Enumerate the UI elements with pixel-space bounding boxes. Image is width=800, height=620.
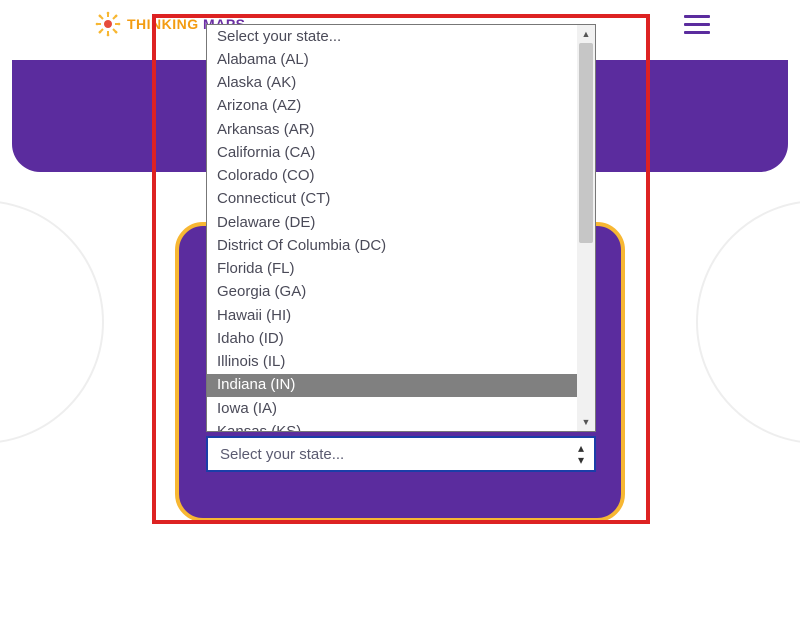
state-select-value: Select your state...: [220, 446, 344, 463]
state-select[interactable]: Select your state... ▴▾: [206, 436, 596, 472]
dropdown-option[interactable]: Arkansas (AR): [207, 118, 577, 141]
dropdown-option[interactable]: Connecticut (CT): [207, 188, 577, 211]
dropdown-option[interactable]: Georgia (GA): [207, 281, 577, 304]
dropdown-option[interactable]: Indiana (IN): [207, 374, 577, 397]
dropdown-option[interactable]: Alaska (AK): [207, 72, 577, 95]
dropdown-option[interactable]: California (CA): [207, 141, 577, 164]
dropdown-option[interactable]: Kansas (KS): [207, 420, 577, 431]
scroll-down-icon[interactable]: ▼: [577, 413, 595, 431]
state-dropdown-list[interactable]: Select your state...Alabama (AL)Alaska (…: [207, 25, 577, 431]
logo-text-thinking: THINKING: [127, 16, 199, 32]
dropdown-option[interactable]: Idaho (ID): [207, 327, 577, 350]
state-dropdown[interactable]: Select your state...Alabama (AL)Alaska (…: [206, 24, 596, 432]
dropdown-option[interactable]: Hawaii (HI): [207, 304, 577, 327]
dropdown-option[interactable]: Alabama (AL): [207, 48, 577, 71]
dropdown-option[interactable]: District Of Columbia (DC): [207, 234, 577, 257]
dropdown-option[interactable]: Colorado (CO): [207, 165, 577, 188]
updown-icon: ▴▾: [578, 442, 584, 466]
dropdown-option[interactable]: Delaware (DE): [207, 211, 577, 234]
scrollbar[interactable]: ▲ ▼: [577, 25, 595, 431]
scroll-up-icon[interactable]: ▲: [577, 25, 595, 43]
scroll-thumb[interactable]: [579, 43, 593, 243]
dropdown-option[interactable]: Illinois (IL): [207, 351, 577, 374]
dropdown-option[interactable]: Iowa (IA): [207, 397, 577, 420]
dropdown-option[interactable]: Arizona (AZ): [207, 95, 577, 118]
sun-icon: [95, 11, 121, 37]
dropdown-option[interactable]: Select your state...: [207, 25, 577, 48]
menu-icon[interactable]: [684, 15, 710, 34]
dropdown-option[interactable]: Florida (FL): [207, 258, 577, 281]
